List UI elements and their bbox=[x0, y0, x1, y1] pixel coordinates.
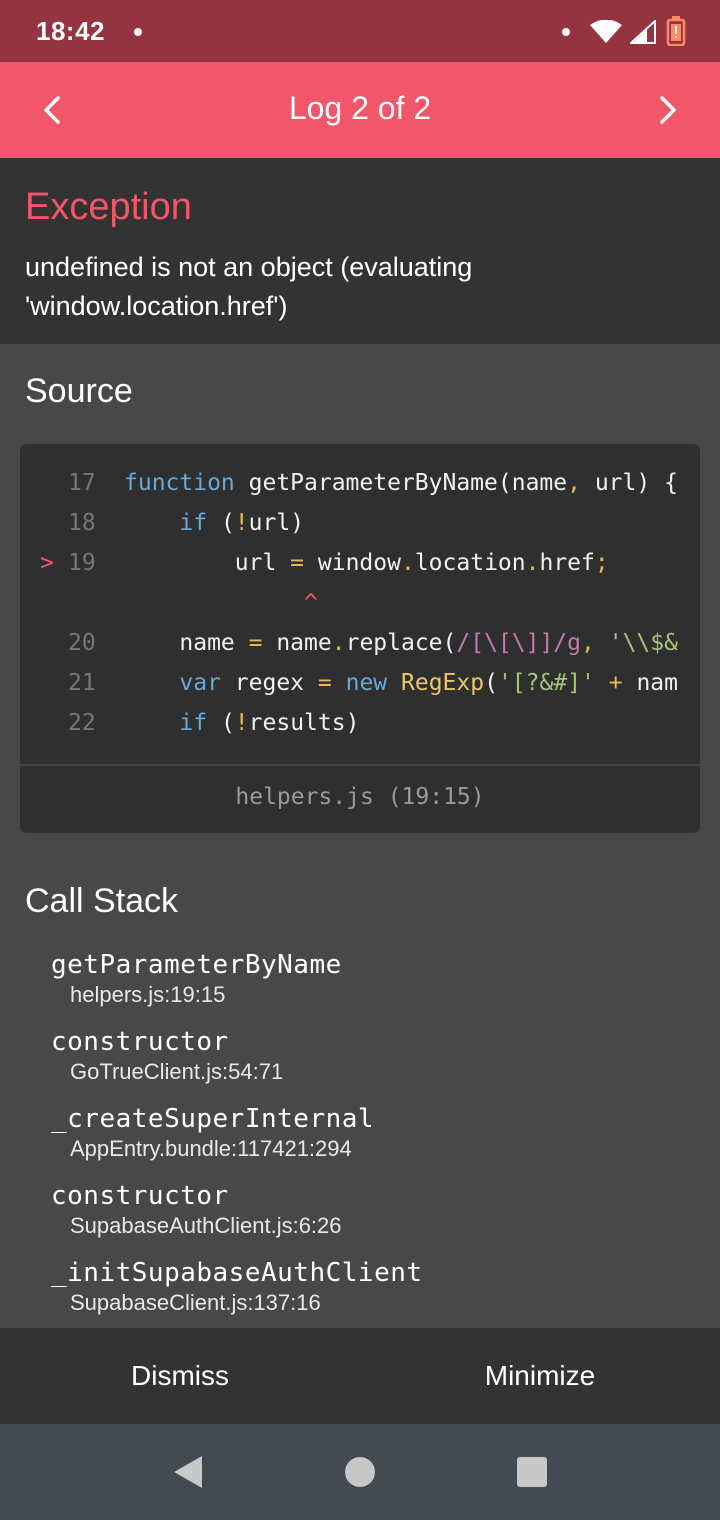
recents-icon[interactable] bbox=[514, 1454, 550, 1490]
footer-actions: Dismiss Minimize bbox=[0, 1328, 720, 1424]
stack-frame-location: AppEntry.bundle:117421:294 bbox=[70, 1136, 352, 1161]
line-number: 22 bbox=[68, 710, 96, 736]
signal-icon bbox=[630, 20, 656, 44]
line-number: 17 bbox=[68, 470, 96, 496]
system-nav-bar bbox=[0, 1424, 720, 1520]
stack-frame[interactable]: _createSuperInternal AppEntry.bundle:1174… bbox=[51, 1104, 374, 1162]
back-icon[interactable] bbox=[170, 1454, 206, 1490]
exception-heading: Exception bbox=[25, 186, 192, 228]
battery-icon bbox=[666, 16, 686, 46]
code-line: 18 if (!url) bbox=[20, 510, 700, 550]
call-stack-heading: Call Stack bbox=[25, 882, 179, 920]
status-bar: 18:42 bbox=[0, 0, 720, 62]
code-text: ^ bbox=[304, 590, 318, 616]
log-header: Log 2 of 2 bbox=[0, 62, 720, 158]
next-log-button[interactable] bbox=[644, 86, 692, 134]
stack-frame-function: constructor bbox=[51, 1181, 229, 1211]
stack-frame-function: _initSupabaseAuthClient bbox=[51, 1258, 423, 1288]
code-text: if (!results) bbox=[179, 710, 360, 736]
exception-panel: Exception undefined is not an object (ev… bbox=[0, 158, 720, 344]
minimize-button[interactable]: Minimize bbox=[360, 1328, 720, 1424]
stack-frame-function: getParameterByName bbox=[51, 950, 342, 980]
code-text: url = window.location.href; bbox=[124, 550, 609, 576]
home-icon[interactable] bbox=[342, 1454, 378, 1490]
code-divider bbox=[20, 764, 700, 766]
exception-message: undefined is not an object (evaluating '… bbox=[25, 252, 473, 321]
stack-frame-location: SupabaseAuthClient.js:6:26 bbox=[70, 1213, 342, 1238]
stack-frame[interactable]: _initSupabaseAuthClient SupabaseClient.js… bbox=[51, 1258, 423, 1316]
line-number: 21 bbox=[68, 670, 96, 696]
dismiss-button[interactable]: Dismiss bbox=[0, 1328, 360, 1424]
line-number: 20 bbox=[68, 630, 96, 656]
line-number: 18 bbox=[68, 510, 96, 536]
code-line: 21 var regex = new RegExp('[?&#]' + nam bbox=[20, 670, 700, 710]
code-line: 22 if (!results) bbox=[20, 710, 700, 750]
code-line: 17 function getParameterByName(name, url)… bbox=[20, 470, 700, 510]
stack-frame[interactable]: constructor SupabaseAuthClient.js:6:26 bbox=[51, 1181, 342, 1239]
line-number: 19 bbox=[68, 550, 96, 576]
code-line: ^ bbox=[20, 590, 700, 630]
stack-frame-location: SupabaseClient.js:137:16 bbox=[70, 1290, 321, 1315]
stack-frame[interactable]: getParameterByName helpers.js:19:15 bbox=[51, 950, 342, 1008]
source-heading: Source bbox=[25, 372, 133, 410]
status-time: 18:42 bbox=[36, 16, 105, 46]
status-dot-icon bbox=[562, 28, 570, 36]
code-line: >19 url = window.location.href; bbox=[20, 550, 700, 590]
code-text: function getParameterByName(name, url) { bbox=[124, 470, 678, 496]
stack-frame-location: helpers.js:19:15 bbox=[70, 982, 226, 1007]
source-code-block: 17 function getParameterByName(name, url)… bbox=[20, 444, 700, 833]
notification-dot-icon bbox=[134, 28, 142, 36]
stack-frame[interactable]: constructor GoTrueClient.js:54:71 bbox=[51, 1027, 283, 1085]
chevron-right-icon bbox=[660, 96, 676, 124]
code-text: name = name.replace(/[\[\]]/g, '\\$& bbox=[124, 630, 678, 656]
log-title: Log 2 of 2 bbox=[288, 90, 432, 126]
code-text: var regex = new RegExp('[?&#]' + nam bbox=[179, 670, 678, 696]
code-text: if (!url) bbox=[179, 510, 305, 536]
error-line-marker: > bbox=[40, 550, 54, 576]
stack-frame-function: _createSuperInternal bbox=[51, 1104, 375, 1134]
stack-frame-function: constructor bbox=[51, 1027, 229, 1057]
wifi-icon bbox=[590, 20, 622, 43]
source-file-location: helpers.js (19:15) bbox=[235, 784, 485, 810]
code-line: 20 name = name.replace(/[\[\]]/g, '\\$& bbox=[20, 630, 700, 670]
stack-frame-location: GoTrueClient.js:54:71 bbox=[70, 1059, 284, 1084]
